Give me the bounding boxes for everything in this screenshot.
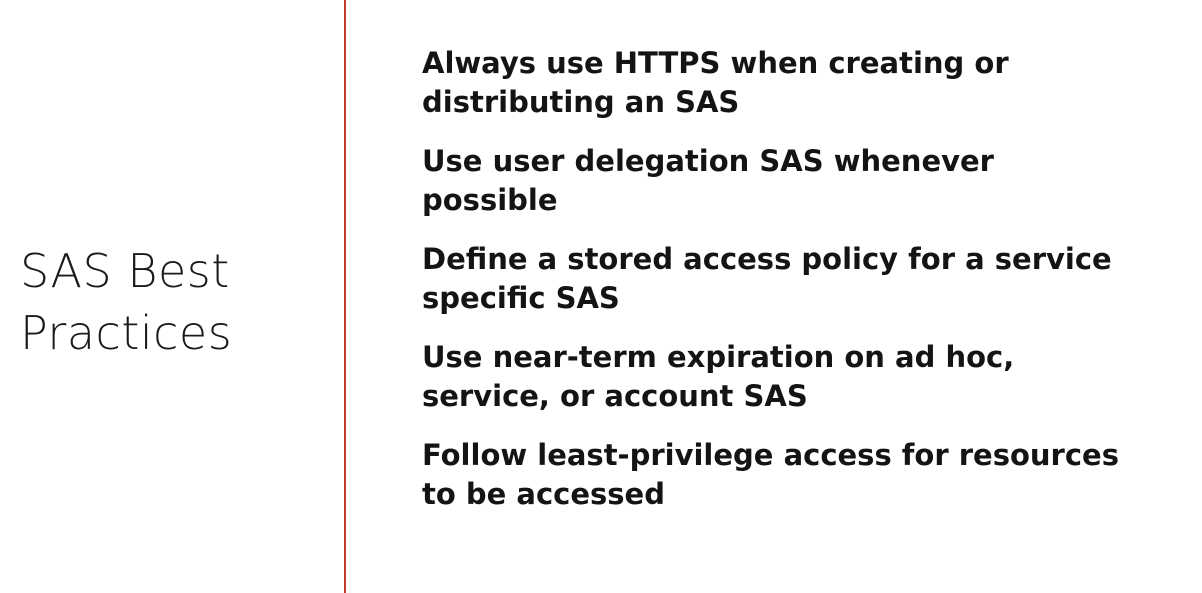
best-practice-line: service, or account SAS [422, 379, 808, 413]
best-practice-line: Always use HTTPS when creating or [422, 46, 1009, 80]
best-practices-list: Always use HTTPS when creating or distri… [422, 44, 1197, 534]
slide-title: SAS Best Practices [20, 240, 320, 364]
best-practice-line: distributing an SAS [422, 85, 740, 119]
vertical-divider [344, 0, 346, 593]
best-practice-line: Follow least-privilege access for resour… [422, 438, 1119, 472]
best-practice-item: Use near-term expiration on ad hoc, serv… [422, 338, 1197, 416]
best-practice-line: Use user delegation SAS whenever [422, 144, 994, 178]
slide: SAS Best Practices Always use HTTPS when… [0, 0, 1202, 593]
best-practice-item: Follow least-privilege access for resour… [422, 436, 1197, 514]
best-practice-line: Define a stored access policy for a serv… [422, 242, 1112, 276]
best-practice-line: specific SAS [422, 281, 620, 315]
slide-title-line: SAS Best [20, 244, 230, 298]
best-practice-line: possible [422, 183, 558, 217]
best-practice-item: Define a stored access policy for a serv… [422, 240, 1197, 318]
best-practice-line: to be accessed [422, 477, 665, 511]
best-practice-item: Use user delegation SAS whenever possibl… [422, 142, 1197, 220]
slide-title-line: Practices [20, 306, 233, 360]
best-practice-item: Always use HTTPS when creating or distri… [422, 44, 1197, 122]
best-practice-line: Use near-term expiration on ad hoc, [422, 340, 1015, 374]
